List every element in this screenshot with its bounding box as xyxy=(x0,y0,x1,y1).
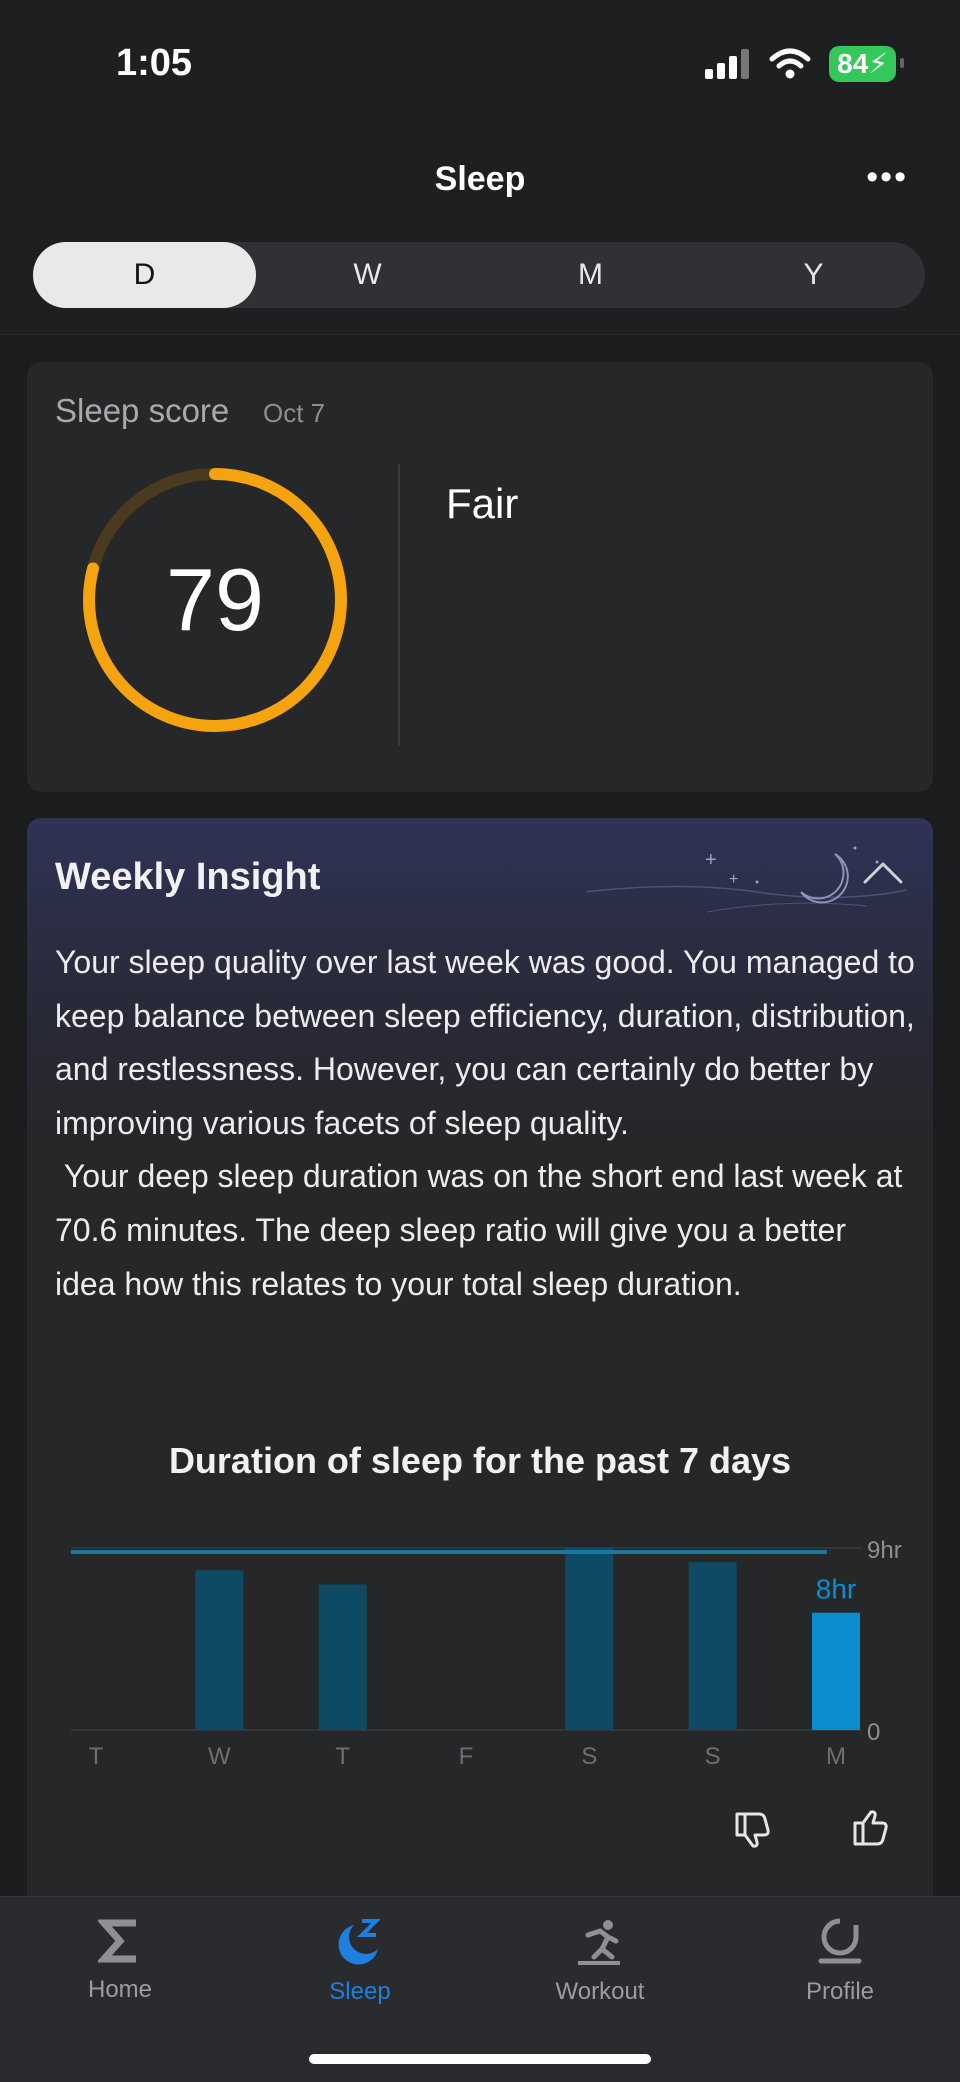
x-tick-label: S xyxy=(705,1743,721,1770)
chart-bar xyxy=(318,1584,367,1730)
more-options-icon[interactable]: ••• xyxy=(866,158,908,197)
tab-week[interactable]: W xyxy=(256,242,479,308)
tab-sleep-label: Sleep xyxy=(329,1978,391,2005)
tab-profile-label: Profile xyxy=(805,1978,875,2005)
sleep-duration-chart[interactable]: 9hr 0 T W T F S S 8hr M xyxy=(27,1518,933,1788)
wifi-icon xyxy=(769,48,811,79)
status-time: 1:05 xyxy=(116,42,193,84)
tab-workout-label: Workout xyxy=(555,1978,645,2005)
tab-home-label: Home xyxy=(87,1976,153,2003)
workout-runner-icon xyxy=(578,1920,620,1965)
tab-profile[interactable]: Profile xyxy=(760,1917,920,2006)
tab-month[interactable]: M xyxy=(479,242,702,308)
bar-value-label: 8hr xyxy=(816,1574,856,1605)
home-sigma-icon xyxy=(96,1919,136,1963)
svg-text:+: + xyxy=(705,849,717,871)
sleep-score-date: Oct 7 xyxy=(263,398,326,428)
sleep-score-label: Sleep score xyxy=(55,392,230,429)
insight-title: Weekly Insight xyxy=(55,856,321,898)
tab-workout[interactable]: Workout xyxy=(520,1917,680,2006)
page-title: Sleep xyxy=(434,160,526,198)
tab-home[interactable]: Home xyxy=(40,1917,200,2004)
weekly-insight-card: + + Weekly Insight Your sleep quality ov… xyxy=(27,818,933,1938)
svg-text:+: + xyxy=(729,871,738,888)
tab-day[interactable]: D xyxy=(33,242,256,308)
chart-bar xyxy=(195,1570,244,1730)
sleep-score-card[interactable]: Sleep score Oct 7 79 Fair xyxy=(27,362,933,792)
chart-bar xyxy=(812,1612,860,1730)
signal-icon xyxy=(705,49,750,79)
x-tick-label: T xyxy=(335,1743,350,1770)
profile-icon xyxy=(818,1918,862,1964)
tab-sleep[interactable]: Sleep xyxy=(280,1917,440,2006)
battery-level: 84 xyxy=(837,48,869,79)
night-sky-decoration-icon: + + xyxy=(587,846,907,913)
sleep-score-value: 79 xyxy=(166,550,264,649)
battery-indicator: 84⚡ xyxy=(829,46,904,82)
chevron-up-icon[interactable] xyxy=(861,858,905,888)
x-tick-label: M xyxy=(826,1743,846,1770)
divider xyxy=(398,464,400,746)
chart-bar xyxy=(688,1562,737,1730)
y-tick-label: 0 xyxy=(867,1719,880,1746)
thumbs-down-icon[interactable] xyxy=(731,1808,773,1850)
y-tick-label: 9hr xyxy=(867,1537,902,1564)
x-tick-label: S xyxy=(581,1743,597,1770)
thumbs-up-icon[interactable] xyxy=(849,1808,891,1850)
sleep-moon-icon xyxy=(338,1919,381,1965)
x-tick-label: T xyxy=(89,1743,104,1770)
insight-text: Your sleep quality over last week was go… xyxy=(55,944,915,1302)
home-indicator xyxy=(309,2054,651,2064)
sleep-score-rating: Fair xyxy=(446,480,519,527)
x-tick-label: W xyxy=(208,1743,231,1770)
top-bar: 1:05 84⚡ Sleep ••• D W M Y xyxy=(0,0,960,335)
x-tick-label: F xyxy=(459,1743,474,1770)
chart-bar xyxy=(565,1548,614,1730)
chart-title: Duration of sleep for the past 7 days xyxy=(168,1440,792,1481)
status-icons: 84⚡ xyxy=(705,46,904,82)
tab-year[interactable]: Y xyxy=(702,242,925,308)
period-selector: D W M Y xyxy=(33,242,925,308)
